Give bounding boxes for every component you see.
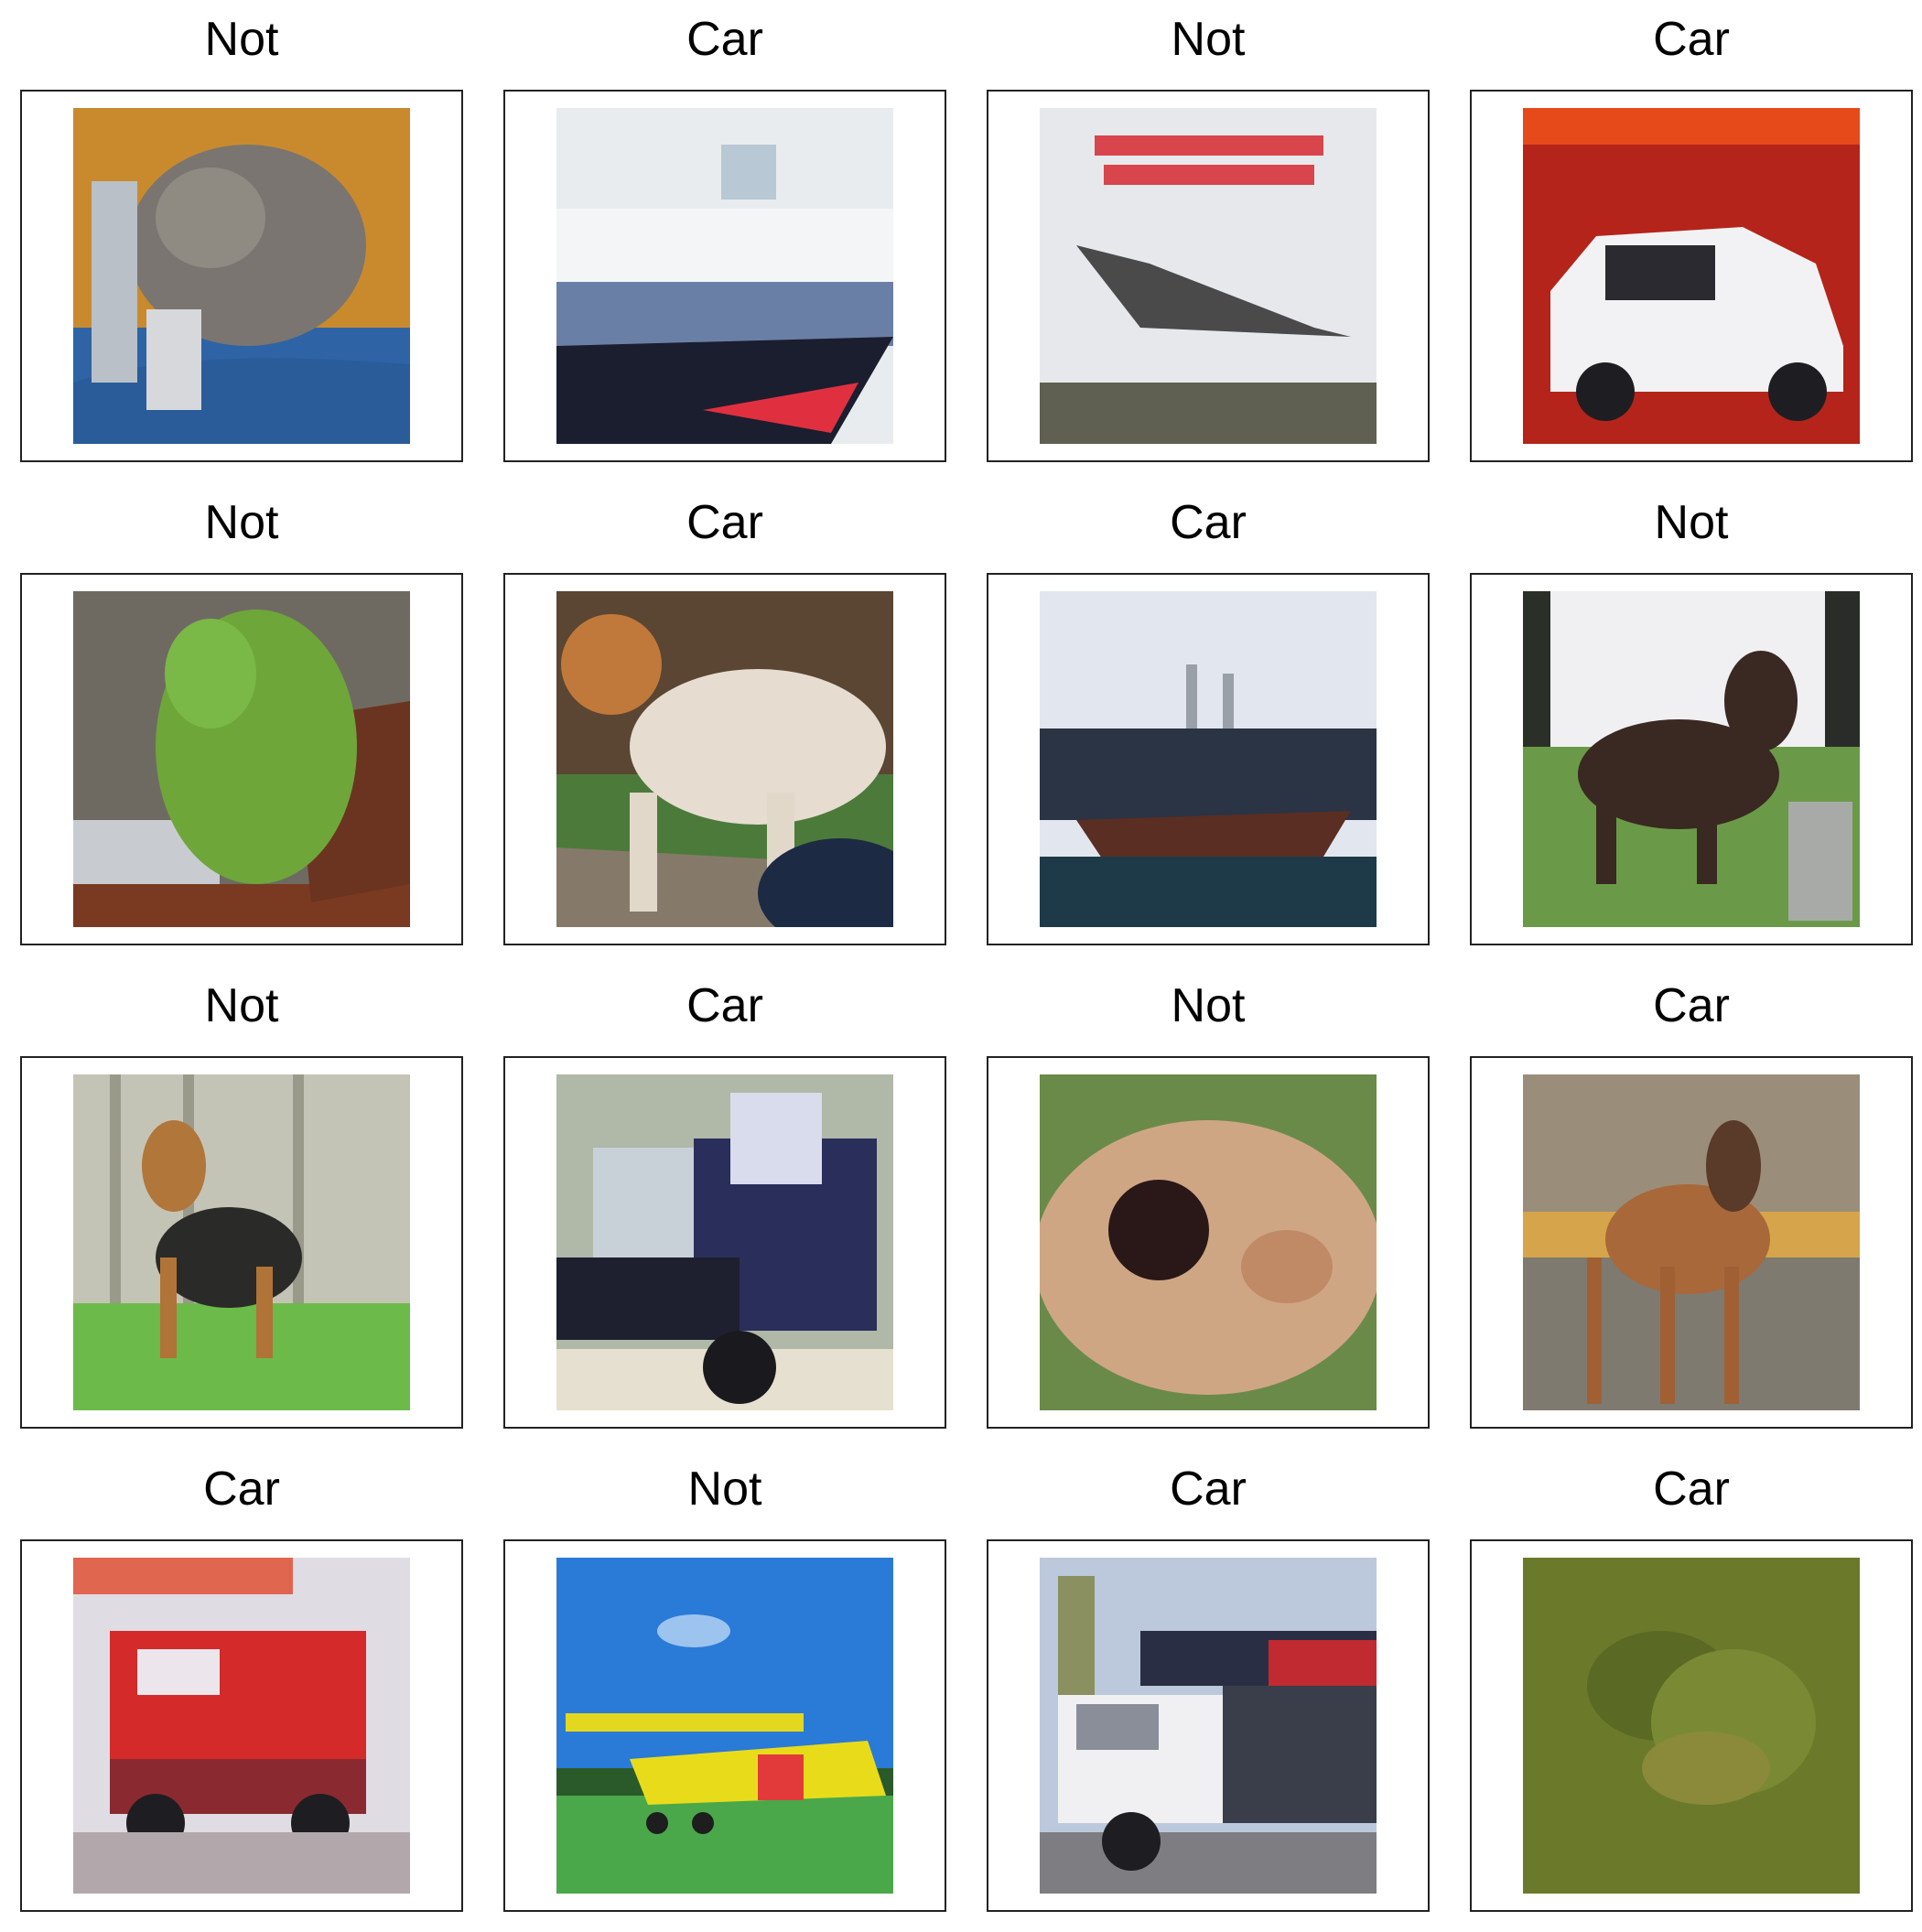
image-frame: [20, 1056, 463, 1429]
prediction-label: Car: [686, 496, 763, 549]
grid-cell: Car: [1470, 1450, 1913, 1932]
prediction-label: Car: [1653, 1462, 1730, 1516]
thumbnail-image: [556, 591, 893, 927]
prediction-label: Car: [1653, 979, 1730, 1032]
image-frame: [20, 90, 463, 462]
prediction-label: Not: [204, 496, 279, 549]
thumbnail-image: [1523, 591, 1860, 927]
grid-cell: Car: [1470, 0, 1913, 482]
grid-cell: Car: [503, 0, 946, 482]
grid-cell: Not: [20, 966, 463, 1449]
grid-cell: Not: [20, 483, 463, 966]
image-frame: [503, 573, 946, 945]
image-frame: [987, 573, 1430, 945]
prediction-label: Car: [203, 1462, 280, 1516]
image-frame: [1470, 573, 1913, 945]
grid-cell: Not: [20, 0, 463, 482]
image-frame: [1470, 1539, 1913, 1912]
grid-cell: Car: [1470, 966, 1913, 1449]
prediction-label: Not: [204, 13, 279, 66]
grid-cell: Car: [987, 483, 1430, 966]
prediction-label: Car: [1653, 13, 1730, 66]
thumbnail-image: [73, 108, 410, 444]
thumbnail-image: [73, 591, 410, 927]
prediction-label: Not: [204, 979, 279, 1032]
grid-cell: Car: [503, 483, 946, 966]
thumbnail-image: [556, 108, 893, 444]
thumbnail-image: [73, 1074, 410, 1410]
grid-cell: Car: [987, 1450, 1430, 1932]
image-frame: [20, 1539, 463, 1912]
thumbnail-image: [1040, 1558, 1377, 1894]
grid-cell: Not: [503, 1450, 946, 1932]
thumbnail-image: [1523, 1558, 1860, 1894]
grid-cell: Not: [987, 0, 1430, 482]
image-frame: [20, 573, 463, 945]
prediction-label: Not: [1654, 496, 1729, 549]
image-frame: [1470, 1056, 1913, 1429]
prediction-label: Not: [1171, 13, 1246, 66]
image-frame: [1470, 90, 1913, 462]
thumbnail-image: [1523, 108, 1860, 444]
thumbnail-image: [1040, 108, 1377, 444]
thumbnail-image: [556, 1558, 893, 1894]
image-frame: [987, 1056, 1430, 1429]
prediction-label: Not: [687, 1462, 762, 1516]
thumbnail-image: [1040, 591, 1377, 927]
thumbnail-image: [1523, 1074, 1860, 1410]
image-frame: [987, 90, 1430, 462]
prediction-label: Car: [686, 979, 763, 1032]
image-frame: [503, 1056, 946, 1429]
grid-cell: Not: [987, 966, 1430, 1449]
prediction-label: Car: [686, 13, 763, 66]
thumbnail-image: [73, 1558, 410, 1894]
thumbnail-image: [1040, 1074, 1377, 1410]
prediction-label: Car: [1170, 1462, 1247, 1516]
prediction-label: Not: [1171, 979, 1246, 1032]
grid-cell: Not: [1470, 483, 1913, 966]
image-frame: [503, 90, 946, 462]
thumbnail-image: [556, 1074, 893, 1410]
image-frame: [987, 1539, 1430, 1912]
image-frame: [503, 1539, 946, 1912]
grid-cell: Car: [503, 966, 946, 1449]
grid-cell: Car: [20, 1450, 463, 1932]
prediction-label: Car: [1170, 496, 1247, 549]
